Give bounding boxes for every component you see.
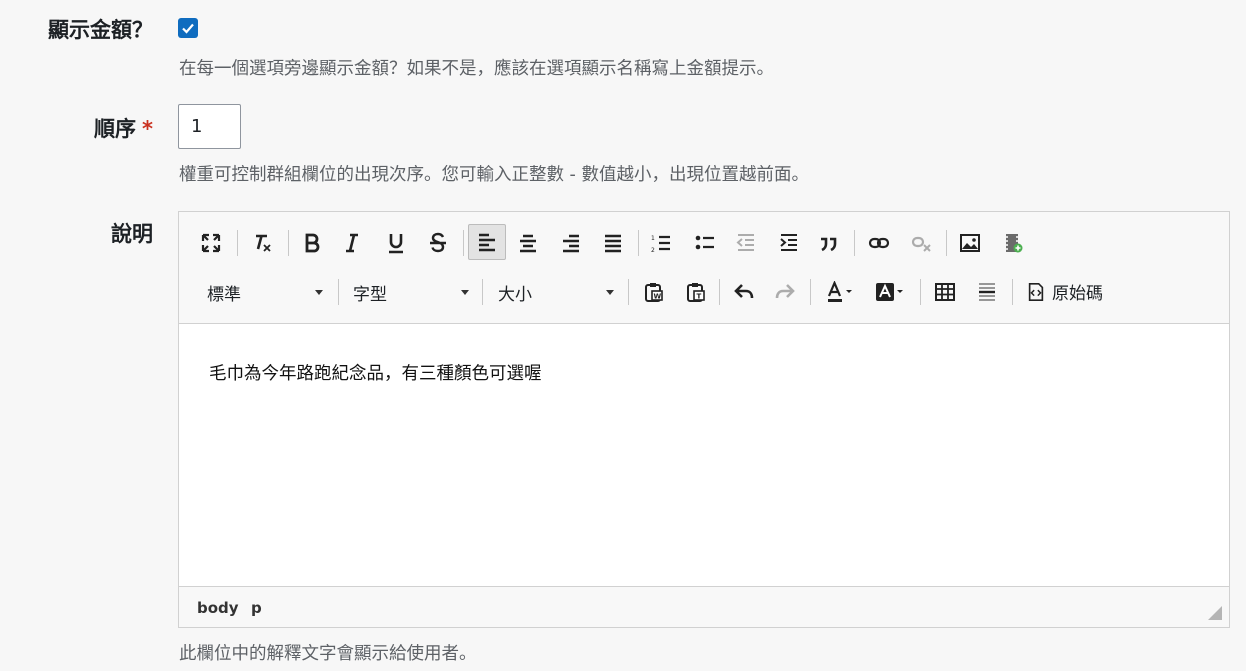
toolbar-separator — [920, 279, 921, 305]
toolbar-separator — [638, 230, 639, 256]
blockquote-icon[interactable] — [813, 227, 845, 259]
toolbar-separator — [810, 279, 811, 305]
paste-text-icon[interactable]: T — [680, 276, 712, 308]
editor-toolbar: 12 標準 字型 大小 W T 原始碼 — [179, 212, 1229, 324]
toolbar-separator — [854, 230, 855, 256]
font-dropdown[interactable]: 字型 — [353, 277, 469, 307]
horizontal-rule-icon[interactable] — [971, 276, 1003, 308]
bulleted-list-icon[interactable] — [689, 227, 721, 259]
chevron-down-icon — [461, 289, 469, 295]
toolbar-separator — [288, 230, 289, 256]
format-dropdown[interactable]: 標準 — [207, 277, 323, 307]
show-amount-label: 顯示金額？ — [48, 18, 153, 42]
chevron-down-icon — [606, 289, 614, 295]
remove-format-icon[interactable] — [246, 227, 278, 259]
source-button-label: 原始碼 — [1052, 284, 1103, 304]
strikethrough-icon[interactable] — [422, 227, 454, 259]
text-color-icon[interactable] — [819, 276, 863, 308]
toolbar-separator — [1012, 279, 1013, 305]
format-dropdown-label: 標準 — [207, 284, 241, 305]
size-dropdown-label: 大小 — [498, 284, 532, 305]
font-dropdown-label: 字型 — [353, 284, 387, 305]
outdent-icon[interactable] — [730, 227, 762, 259]
checkmark-icon — [182, 23, 194, 34]
show-amount-checkbox[interactable] — [178, 18, 198, 38]
undo-icon[interactable] — [728, 276, 760, 308]
toolbar-separator — [946, 230, 947, 256]
resize-handle-icon[interactable] — [1208, 606, 1222, 620]
order-label: 順序 * — [94, 113, 153, 143]
editor-content[interactable]: 毛巾為今年路跑紀念品，有三種顏色可選喔 — [209, 360, 542, 385]
svg-text:W: W — [654, 293, 662, 301]
align-right-icon[interactable] — [555, 227, 587, 259]
svg-text:T: T — [697, 293, 702, 301]
indent-icon[interactable] — [773, 227, 805, 259]
svg-text:1: 1 — [651, 235, 655, 242]
order-label-text: 順序 — [94, 117, 137, 141]
align-left-icon[interactable] — [468, 224, 506, 260]
element-path-body[interactable]: body — [197, 599, 239, 617]
show-amount-help: 在每一個選項旁邊顯示金額？如果不是，應該在選項顯示名稱寫上金額提示。 — [179, 59, 774, 79]
toolbar-separator — [463, 230, 464, 256]
paste-word-icon[interactable]: W — [638, 276, 670, 308]
bold-icon[interactable] — [296, 227, 328, 259]
video-icon[interactable] — [997, 227, 1029, 259]
description-label: 說明 — [111, 222, 153, 246]
background-color-icon[interactable] — [868, 276, 912, 308]
description-help: 此欄位中的解釋文字會顯示給使用者。 — [179, 644, 477, 664]
align-center-icon[interactable] — [512, 227, 544, 259]
link-icon[interactable] — [863, 227, 895, 259]
editor-status-bar: body p — [179, 586, 1229, 627]
element-path-p[interactable]: p — [251, 599, 262, 617]
numbered-list-icon[interactable]: 12 — [645, 227, 677, 259]
maximize-icon[interactable] — [195, 227, 227, 259]
source-button[interactable]: 原始碼 — [1026, 279, 1103, 304]
toolbar-separator — [237, 230, 238, 256]
chevron-down-icon — [315, 289, 323, 295]
order-input[interactable]: 1 — [178, 104, 241, 149]
image-icon[interactable] — [954, 227, 986, 259]
toolbar-separator — [482, 279, 483, 305]
order-help: 權重可控制群組欄位的出現次序。您可輸入正整數 - 數值越小，出現位置越前面。 — [179, 165, 809, 185]
underline-icon[interactable] — [380, 227, 412, 259]
toolbar-separator — [719, 279, 720, 305]
toolbar-separator — [628, 279, 629, 305]
svg-text:2: 2 — [651, 247, 655, 254]
toolbar-separator — [338, 279, 339, 305]
rich-text-editor: 12 標準 字型 大小 W T 原始碼 毛巾為今年路跑紀念品，有三種顏色可選喔 … — [178, 211, 1230, 628]
justify-icon[interactable] — [597, 227, 629, 259]
table-icon[interactable] — [929, 276, 961, 308]
unlink-icon[interactable] — [906, 227, 938, 259]
source-icon — [1028, 282, 1044, 301]
italic-icon[interactable] — [336, 227, 368, 259]
redo-icon[interactable] — [769, 276, 801, 308]
size-dropdown[interactable]: 大小 — [498, 277, 614, 307]
required-icon: * — [142, 117, 153, 141]
